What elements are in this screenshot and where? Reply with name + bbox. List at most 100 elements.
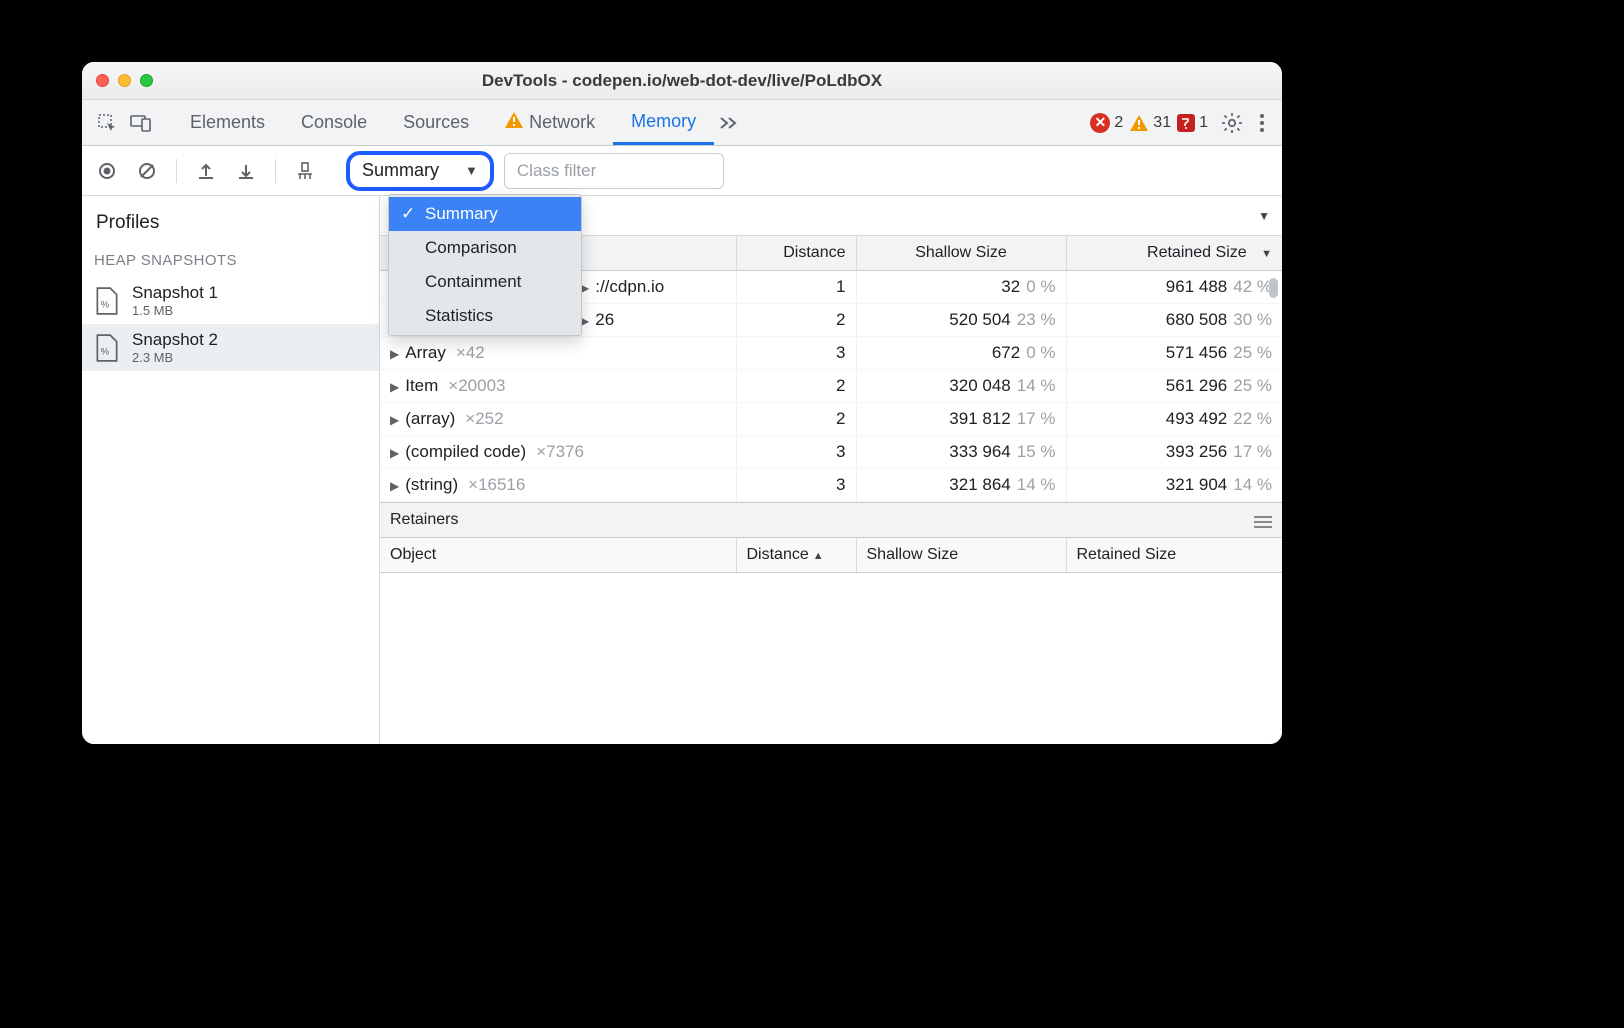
dropdown-item-containment[interactable]: Containment [389,265,581,299]
tab-console[interactable]: Console [283,100,385,145]
row-shallow: 320 04814 % [856,370,1066,403]
view-mode-select[interactable]: Summary ▼ [346,151,494,191]
chevron-down-icon[interactable]: ▼ [1258,209,1270,223]
heap-row[interactable]: ▶(array)×2522391 81217 %493 49222 % [380,403,1282,436]
svg-text:%: % [101,346,110,357]
row-distance: 1 [736,271,856,304]
tab-memory[interactable]: Memory [613,100,714,145]
row-distance: 2 [736,304,856,337]
row-shallow: 320 % [856,271,1066,304]
heap-row[interactable]: ▶(compiled code)×73763333 96415 %393 256… [380,436,1282,469]
heap-row[interactable]: ▶ Item ×20003 2320 04814 %561 29625 % [380,370,1282,403]
column-distance[interactable]: Distance [736,236,856,271]
profiles-sidebar: Profiles HEAP SNAPSHOTS % Snapshot 1 1.5… [82,196,380,744]
device-toolbar-icon[interactable] [124,106,158,140]
row-retained: 493 49222 % [1066,403,1282,436]
row-name: (string) [405,475,458,494]
row-count: ×20003 [448,376,505,395]
chevron-down-icon: ▼ [465,163,478,178]
dropdown-item-comparison[interactable]: Comparison [389,231,581,265]
row-shallow: 333 96415 % [856,436,1066,469]
row-name: Item [405,376,438,395]
class-filter-input[interactable]: Class filter [504,153,724,189]
clear-icon[interactable] [132,156,162,186]
column-shallow[interactable]: Shallow Size [856,236,1066,271]
body: Profiles HEAP SNAPSHOTS % Snapshot 1 1.5… [82,196,1282,744]
row-name-cell: ▶(array)×252 [380,403,736,436]
snapshot-name: Snapshot 2 [132,330,218,350]
garbage-collect-icon[interactable] [290,156,320,186]
row-distance: 3 [736,469,856,502]
row-name: (compiled code) [405,442,526,461]
error-count[interactable]: ✕ 2 [1090,113,1123,133]
heap-row[interactable]: ▶Array×4236720 %571 45625 % [380,337,1282,370]
dropdown-item-summary[interactable]: Summary [389,197,581,231]
expand-icon[interactable]: ▶ [390,413,399,427]
scrollbar[interactable] [1269,278,1278,298]
row-count: ×16516 [468,475,525,494]
close-window-button[interactable] [96,74,109,87]
ret-col-distance[interactable]: Distance ▲ [736,538,856,573]
warning-icon [1129,113,1149,133]
expand-icon[interactable]: ▶ [390,446,399,460]
snapshot-size: 2.3 MB [132,350,218,365]
tab-elements[interactable]: Elements [172,100,283,145]
tab-console-label: Console [301,112,367,133]
expand-icon[interactable]: ▶ [390,347,399,361]
issues-icon [1177,114,1195,132]
snapshot-item[interactable]: % Snapshot 2 2.3 MB [82,324,379,371]
snapshot-item[interactable]: % Snapshot 1 1.5 MB [82,277,379,324]
ret-col-distance-label: Distance [747,546,809,563]
ret-col-object[interactable]: Object [380,538,736,573]
row-retained: 561 29625 % [1066,370,1282,403]
column-retained[interactable]: Retained Size ▼ [1066,236,1282,271]
retainers-menu-icon[interactable] [1254,513,1272,527]
ret-col-retained[interactable]: Retained Size [1066,538,1282,573]
tab-memory-label: Memory [631,111,696,132]
warning-icon [505,112,523,133]
row-shallow: 520 50423 % [856,304,1066,337]
tab-network-label: Network [529,112,595,133]
row-retained: 961 48842 % [1066,271,1282,304]
sort-asc-icon: ▲ [813,550,824,562]
tab-network[interactable]: Network [487,100,613,145]
zoom-window-button[interactable] [140,74,153,87]
row-name: Array [405,343,446,362]
issues-count[interactable]: 1 [1177,114,1208,132]
kebab-menu-icon[interactable] [1250,106,1274,140]
class-filter-placeholder: Class filter [517,161,596,181]
load-icon[interactable] [191,156,221,186]
row-shallow: 6720 % [856,337,1066,370]
window-title: DevTools - codepen.io/web-dot-dev/live/P… [82,71,1282,91]
row-distance: 2 [736,370,856,403]
more-tabs-icon[interactable] [714,106,742,140]
tab-elements-label: Elements [190,112,265,133]
warning-count[interactable]: 31 [1129,113,1171,133]
dropdown-item-statistics[interactable]: Statistics [389,299,581,333]
snapshot-icon: % [94,286,120,316]
settings-icon[interactable] [1214,106,1250,140]
error-icon: ✕ [1090,113,1110,133]
row-name-cell: ▶ Item ×20003 [380,370,736,403]
column-retained-label: Retained Size [1147,244,1247,261]
row-retained: 680 50830 % [1066,304,1282,337]
sidebar-title: Profiles [82,200,379,248]
row-distance: 3 [736,436,856,469]
row-distance: 2 [736,403,856,436]
row-name: ://cdpn.io [595,277,664,296]
tab-sources[interactable]: Sources [385,100,487,145]
separator [275,159,276,183]
ret-col-shallow[interactable]: Shallow Size [856,538,1066,573]
save-icon[interactable] [231,156,261,186]
retainers-title: Retainers [390,511,458,529]
expand-icon[interactable]: ▶ [390,479,399,493]
view-mode-label: Summary [362,160,439,181]
expand-icon[interactable]: ▶ [390,380,399,394]
inspect-element-icon[interactable] [90,106,124,140]
heap-row[interactable]: ▶(string)×165163321 86414 %321 90414 % [380,469,1282,502]
minimize-window-button[interactable] [118,74,131,87]
record-icon[interactable] [92,156,122,186]
warning-count-value: 31 [1153,114,1171,132]
row-shallow: 391 81217 % [856,403,1066,436]
sort-desc-icon: ▼ [1261,248,1272,260]
